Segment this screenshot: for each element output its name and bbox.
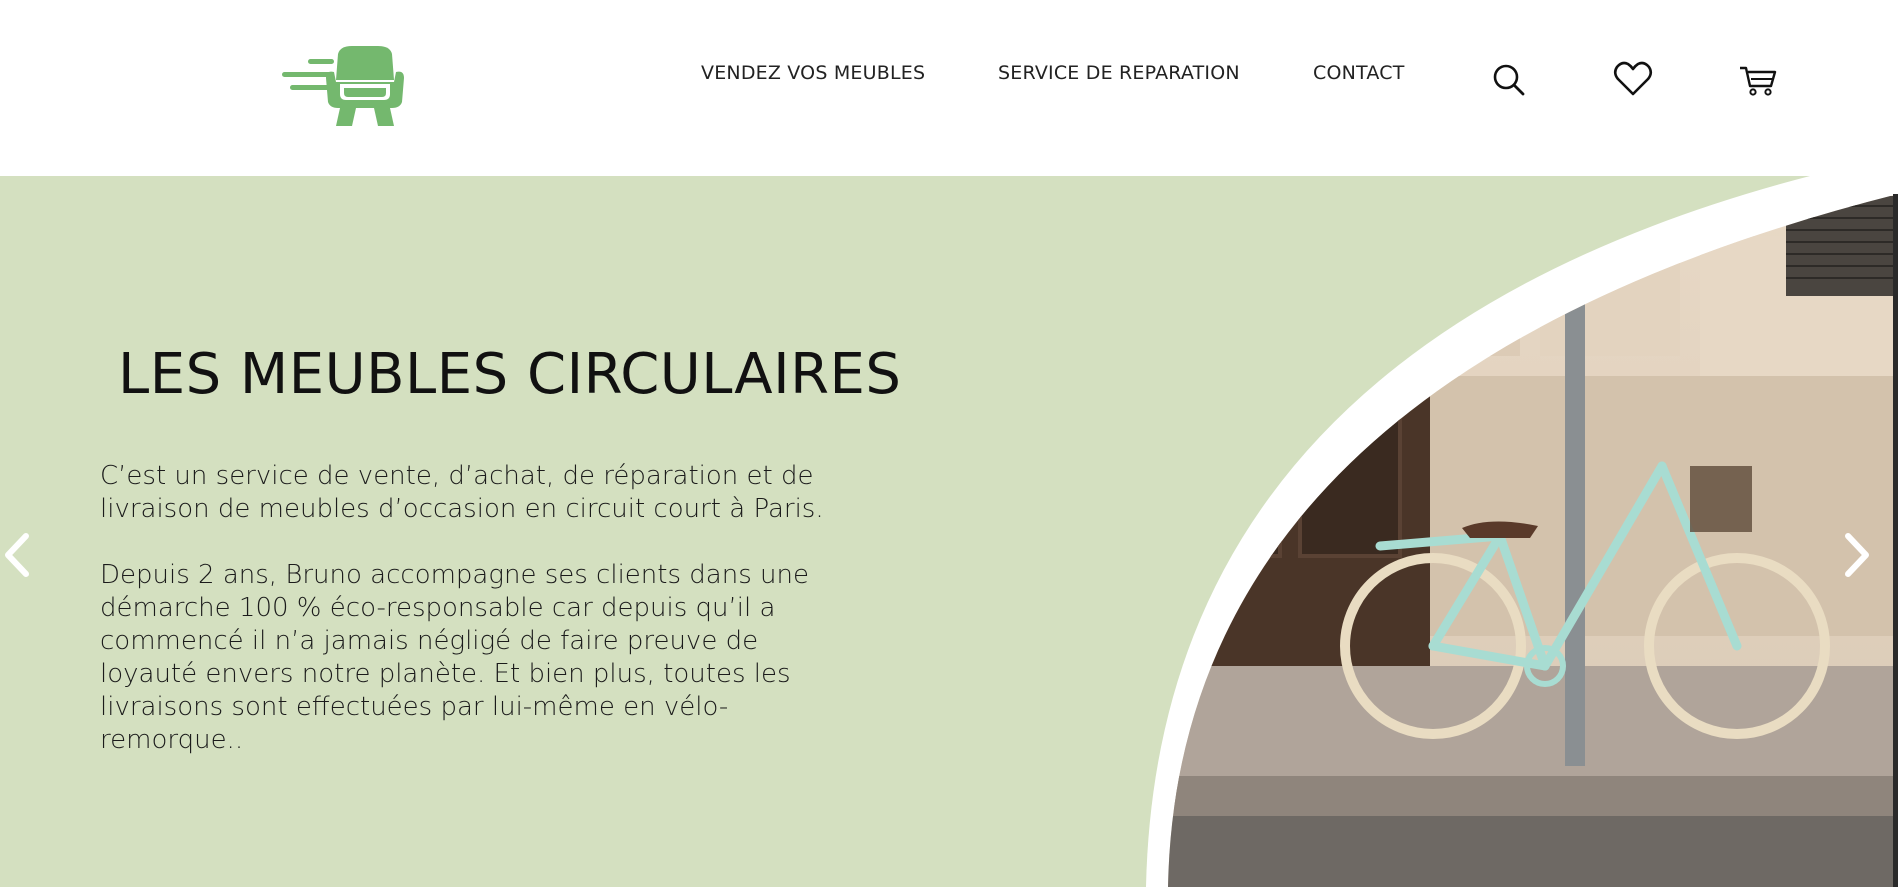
chevron-left-icon: [5, 533, 29, 577]
cart-button[interactable]: [1737, 58, 1779, 100]
armchair-logo-icon: [282, 46, 404, 126]
nav-contact[interactable]: CONTACT: [1313, 62, 1405, 84]
hero-intro-paragraph: C’est un service de vente, d’achat, de r…: [100, 461, 824, 524]
hero-bicycle-photo: [1146, 176, 1898, 887]
search-icon: [1493, 64, 1525, 96]
hero-story-paragraph: Depuis 2 ans, Bruno accompagne ses clien…: [100, 560, 809, 755]
wishlist-button[interactable]: [1612, 58, 1654, 100]
hero-title: LES MEUBLES CIRCULAIRES: [118, 342, 902, 407]
hero-section: LES MEUBLES CIRCULAIRES C’est un service…: [0, 176, 1898, 887]
cart-icon: [1740, 66, 1777, 96]
nav-sell-furniture[interactable]: VENDEZ VOS MEUBLES: [701, 62, 925, 84]
logo-link[interactable]: [280, 44, 410, 128]
carousel-next-button[interactable]: [1840, 530, 1874, 580]
chevron-right-icon: [1845, 533, 1869, 577]
carousel-prev-button[interactable]: [0, 530, 34, 580]
search-button[interactable]: [1487, 58, 1529, 100]
heart-icon: [1613, 61, 1653, 96]
site-header: VENDEZ VOS MEUBLES SERVICE DE REPARATION…: [0, 0, 1898, 176]
nav-repair-service[interactable]: SERVICE DE REPARATION: [998, 62, 1240, 84]
